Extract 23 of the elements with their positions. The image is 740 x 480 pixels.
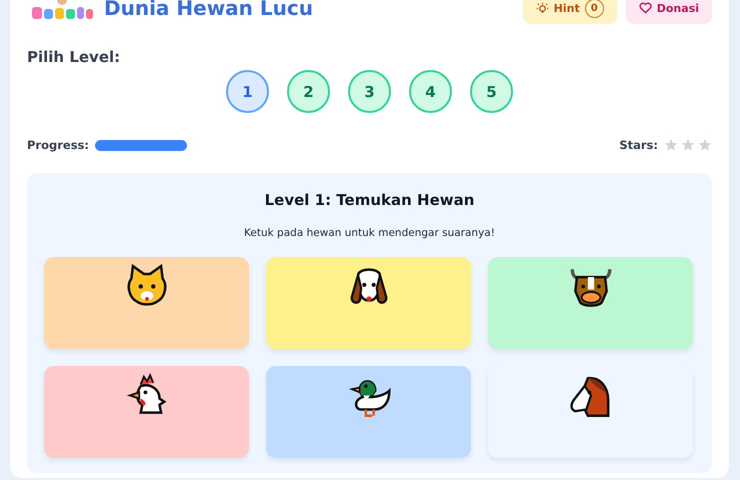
empty-star-icon [681,138,695,152]
level-title: Level 1: Temukan Hewan [264,191,476,209]
level-label: Pilih Level: [27,48,122,66]
lightbulb-icon [536,2,549,14]
hint-button[interactable]: Hint 0 [522,0,617,24]
logo-icon [30,0,94,21]
animal-card[interactable] [488,257,693,349]
donate-button[interactable]: Donasi [626,0,712,24]
stars-label: Stars: [619,138,658,152]
level-button[interactable]: 1 [226,70,269,113]
hint-count: 0 [584,0,604,18]
app-title: Dunia Hewan Lucu [104,0,313,20]
empty-star-icon [698,138,712,152]
animal-card[interactable] [266,257,471,349]
level-button[interactable]: 3 [348,70,391,113]
heart-icon [638,2,652,14]
level-button[interactable]: 5 [470,70,513,113]
instruction-text: Ketuk pada hewan untuk mendengar suaranya! [243,227,496,239]
animal-card[interactable] [488,366,693,458]
level-button[interactable]: 2 [287,70,330,113]
empty-star-icon [664,138,678,152]
level-button[interactable]: 4 [409,70,452,113]
progress-label: Progress: [27,138,89,152]
